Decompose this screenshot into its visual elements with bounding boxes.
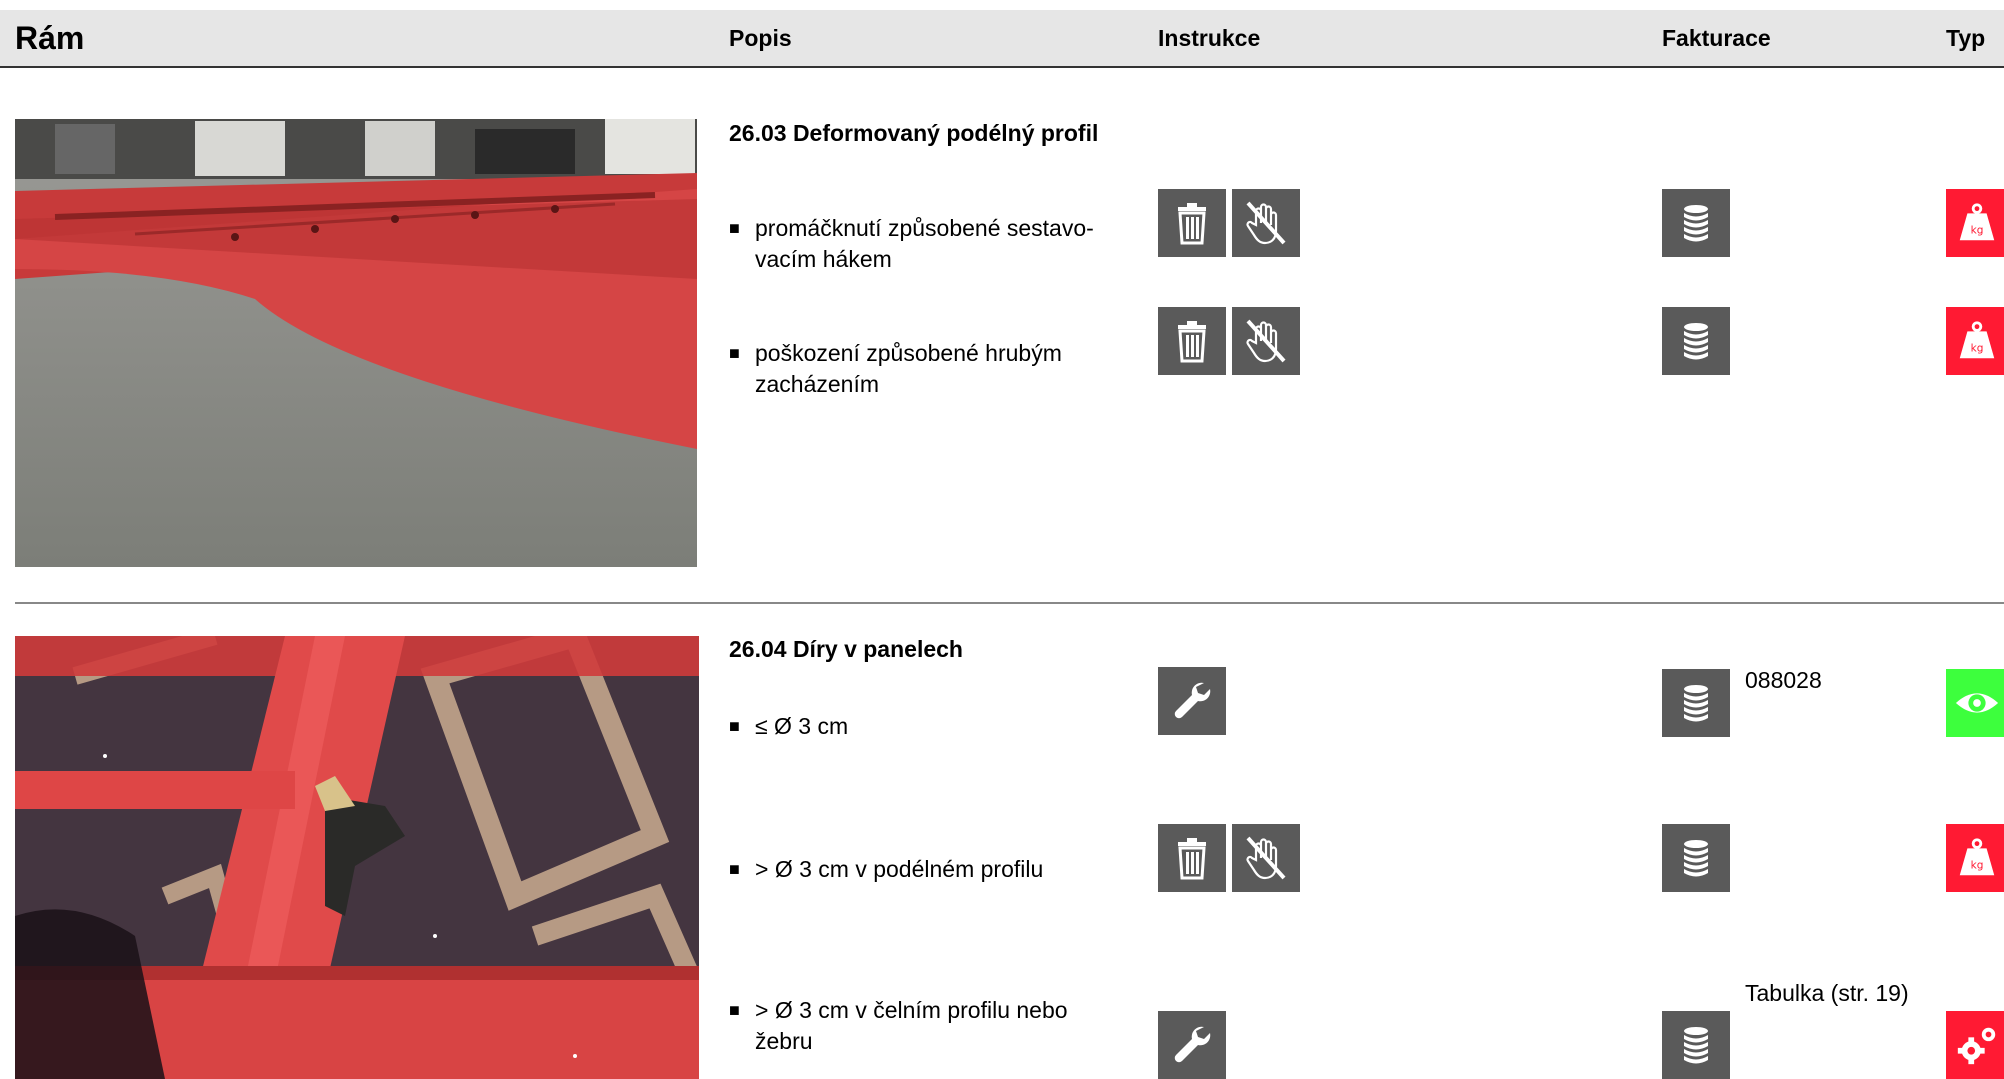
no-touch-icon: [1232, 307, 1300, 375]
item-text: poškození způsobené hrubým zacházením: [755, 340, 1062, 397]
section-title-26-04: 26.04 Díry v panelech: [729, 636, 963, 662]
section-divider: [15, 602, 2004, 604]
wrench-icon: [1158, 1011, 1226, 1079]
no-touch-icon: [1232, 824, 1300, 892]
trash-icon: [1158, 307, 1226, 375]
page-title: Rám: [15, 20, 85, 56]
bullet: ■: [729, 218, 740, 238]
column-header-popis: Popis: [729, 25, 792, 51]
table-header: Rám Popis Instrukce Fakturace Typ: [0, 10, 2004, 68]
trash-icon: [1158, 189, 1226, 257]
list-item-26-04-2: ■ > Ø 3 cm v podélném profilu: [729, 854, 1109, 885]
billing-note: Tabulka (str. 19): [1745, 980, 1909, 1006]
trash-icon: [1158, 824, 1226, 892]
gears-icon: [1946, 1011, 2004, 1079]
billing-note: 088028: [1745, 667, 1822, 693]
column-header-typ: Typ: [1946, 25, 1986, 51]
bullet: ■: [729, 343, 740, 363]
coins-icon: [1662, 1011, 1730, 1079]
coins-icon: [1662, 307, 1730, 375]
weight-kg-icon: [1946, 824, 2004, 892]
bullet: ■: [729, 859, 740, 879]
photo-deformed-profile: [15, 119, 697, 567]
photo-holes-in-panels: [15, 636, 699, 1079]
no-touch-icon: [1232, 189, 1300, 257]
list-item-26-04-3: ■ > Ø 3 cm v čelním profilu nebo žebru: [729, 995, 1109, 1057]
item-text: ≤ Ø 3 cm: [755, 713, 849, 739]
list-item-26-04-1: ■ ≤ Ø 3 cm: [729, 711, 1109, 742]
bullet: ■: [729, 716, 740, 736]
column-header-fakturace: Fakturace: [1662, 25, 1771, 51]
item-text: > Ø 3 cm v čelním profilu nebo žebru: [755, 997, 1068, 1054]
section-title-26-03: 26.03 Deformovaný podélný profil: [729, 120, 1099, 146]
item-text: promáčknutí způsobené sestavo-vacím háke…: [755, 215, 1094, 272]
coins-icon: [1662, 189, 1730, 257]
list-item-26-03-2: ■ poškození způsobené hrubým zacházením: [729, 338, 1109, 400]
weight-kg-icon: [1946, 189, 2004, 257]
column-header-instrukce: Instrukce: [1158, 25, 1261, 51]
eye-icon: [1946, 669, 2004, 737]
coins-icon: [1662, 824, 1730, 892]
item-text: > Ø 3 cm v podélném profilu: [755, 856, 1044, 882]
list-item-26-03-1: ■ promáčknutí způsobené sestavo-vacím há…: [729, 213, 1109, 275]
coins-icon: [1662, 669, 1730, 737]
weight-kg-icon: [1946, 307, 2004, 375]
wrench-icon: [1158, 667, 1226, 735]
bullet: ■: [729, 1000, 740, 1020]
